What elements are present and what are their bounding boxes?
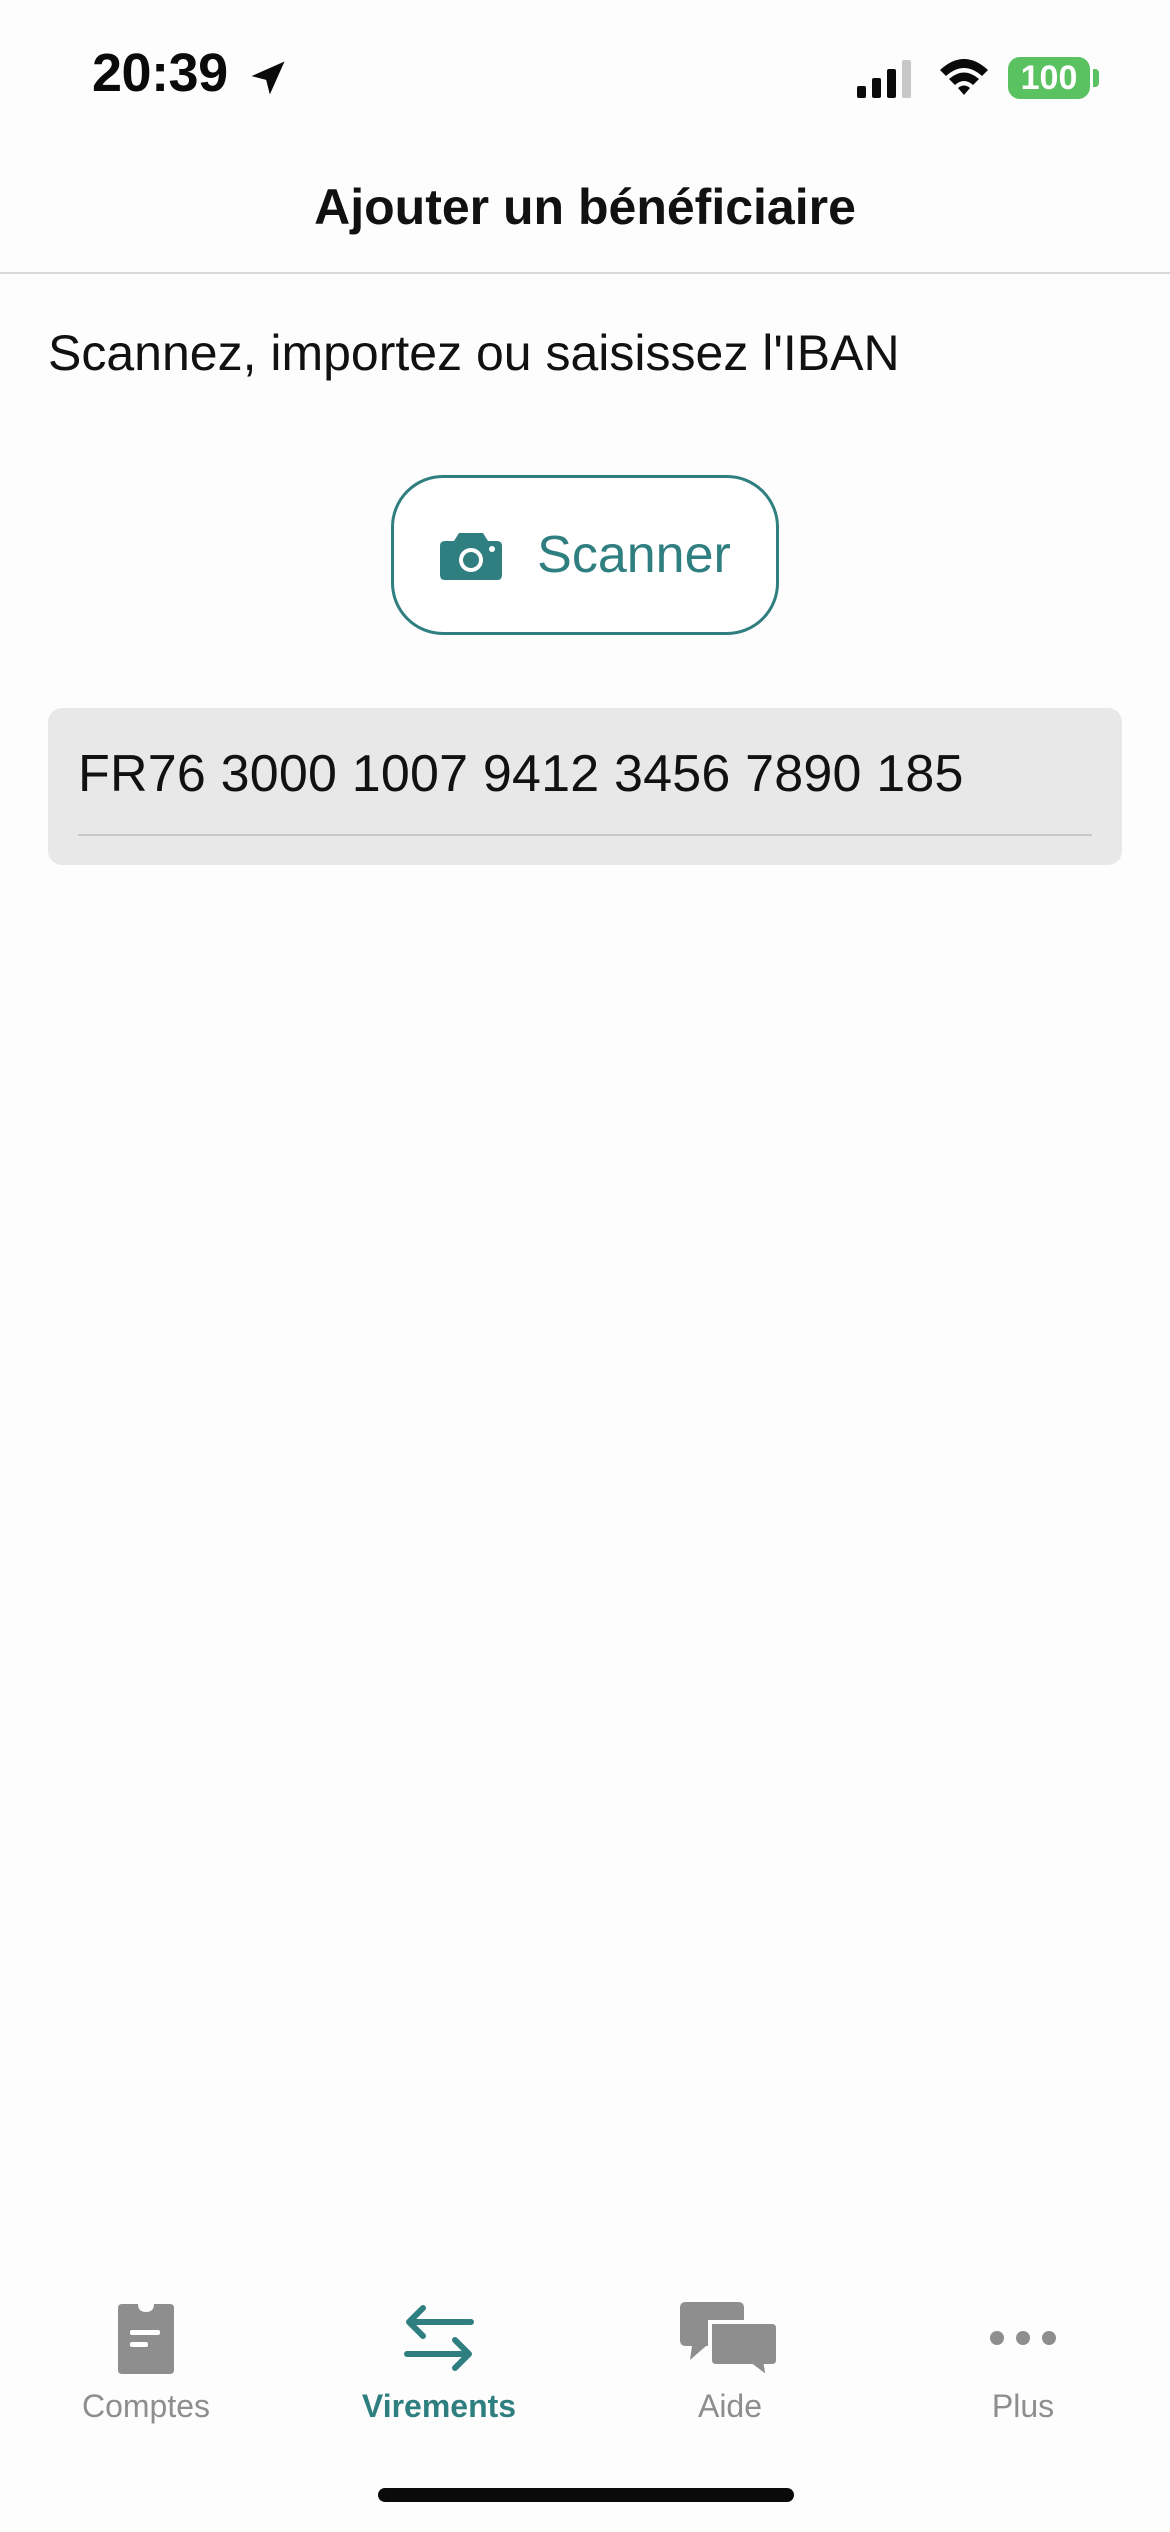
cellular-signal-icon <box>857 60 911 98</box>
tab-comptes[interactable]: Comptes <box>36 2270 256 2450</box>
instruction-text: Scannez, importez ou saisissez l'IBAN <box>48 325 900 381</box>
battery-indicator: 100 <box>1008 57 1090 99</box>
status-bar: 20:39 100 <box>0 0 1170 150</box>
tab-bar: Comptes Virements Aide Plus <box>0 2270 1170 2450</box>
chat-bubbles-icon <box>680 2302 780 2380</box>
location-arrow-icon <box>251 61 285 95</box>
iban-input-value[interactable]: FR76 3000 1007 9412 3456 7890 185 <box>78 744 964 804</box>
scan-button-label: Scanner <box>537 526 731 584</box>
tab-plus[interactable]: Plus <box>913 2270 1133 2450</box>
transfer-arrows-icon <box>404 2305 474 2371</box>
home-indicator[interactable] <box>378 2488 794 2502</box>
page-title: Ajouter un bénéficiaire <box>314 179 856 235</box>
tab-label-virements: Virements <box>361 2388 517 2424</box>
wifi-icon <box>940 59 988 95</box>
tab-virements[interactable]: Virements <box>329 2270 549 2450</box>
accounts-card-icon <box>118 2304 174 2374</box>
tab-aide[interactable]: Aide <box>620 2270 840 2450</box>
more-dots-icon <box>990 2331 1056 2345</box>
status-time: 20:39 <box>92 43 228 103</box>
tab-label-aide: Aide <box>697 2388 763 2424</box>
screen: 20:39 100 Ajouter un bénéficiaire Scanne… <box>0 0 1170 2532</box>
iban-field[interactable]: FR76 3000 1007 9412 3456 7890 185 <box>48 708 1122 865</box>
iban-underline <box>78 834 1092 836</box>
tab-label-comptes: Comptes <box>81 2388 211 2424</box>
battery-tip <box>1093 69 1099 87</box>
nav-header: Ajouter un bénéficiaire <box>0 150 1170 274</box>
camera-icon <box>440 533 503 580</box>
scan-button[interactable]: Scanner <box>391 475 779 635</box>
tab-label-plus: Plus <box>991 2388 1055 2424</box>
